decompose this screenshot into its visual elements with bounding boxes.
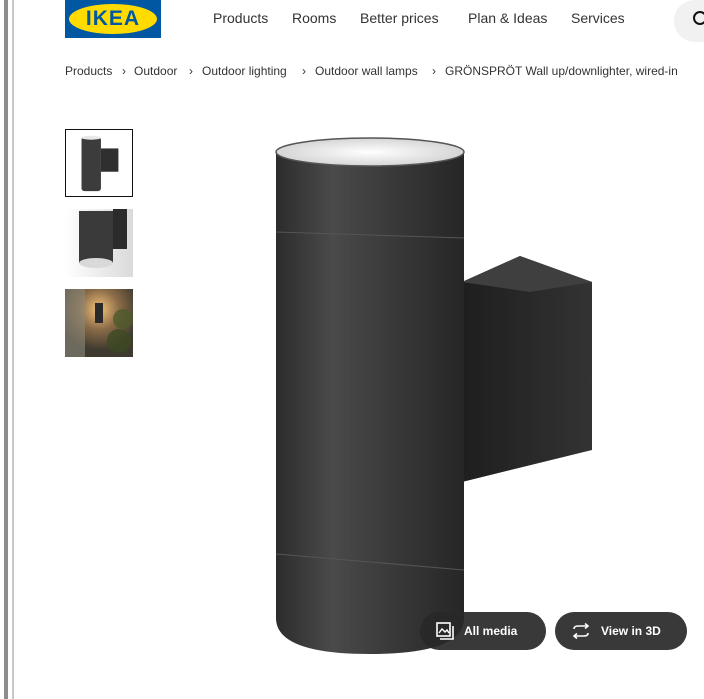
view-in-3d-button[interactable]: View in 3D: [555, 612, 687, 650]
site-header: IKEA Products Rooms Better prices Plan &…: [0, 0, 704, 44]
nav-services[interactable]: Services: [571, 10, 625, 26]
crumb-outdoor-wall-lamps[interactable]: Outdoor wall lamps: [315, 64, 418, 78]
nav-products[interactable]: Products: [213, 10, 268, 26]
chevron-right-icon: ›: [189, 64, 193, 78]
crumb-outdoor[interactable]: Outdoor: [134, 64, 177, 78]
product-main-image[interactable]: [230, 120, 650, 680]
view-in-3d-label: View in 3D: [601, 624, 661, 638]
chevron-right-icon: ›: [432, 64, 436, 78]
chevron-right-icon: ›: [122, 64, 126, 78]
chevron-right-icon: ›: [302, 64, 306, 78]
thumbnail-product-in-use[interactable]: [65, 289, 133, 357]
nav-plan-ideas[interactable]: Plan & Ideas: [468, 10, 547, 26]
nav-rooms[interactable]: Rooms: [292, 10, 336, 26]
crumb-outdoor-lighting[interactable]: Outdoor lighting: [202, 64, 287, 78]
crumb-products[interactable]: Products: [65, 64, 112, 78]
crumb-current-product: GRÖNSPRÖT Wall up/downlighter, wired-in: [445, 64, 678, 78]
gallery-icon: [436, 622, 454, 640]
search-button[interactable]: [674, 0, 704, 42]
all-media-label: All media: [464, 624, 518, 638]
window-edge: [0, 0, 16, 699]
thumbnail-product-bottom[interactable]: [65, 209, 133, 277]
search-icon: [693, 11, 704, 25]
all-media-button[interactable]: All media: [420, 612, 546, 650]
ikea-logo[interactable]: IKEA: [65, 0, 161, 38]
nav-better-prices[interactable]: Better prices: [360, 10, 439, 26]
rotate-3d-icon: [572, 623, 590, 639]
thumbnail-product-front[interactable]: [65, 129, 133, 197]
logo-wordmark: IKEA: [85, 7, 141, 30]
